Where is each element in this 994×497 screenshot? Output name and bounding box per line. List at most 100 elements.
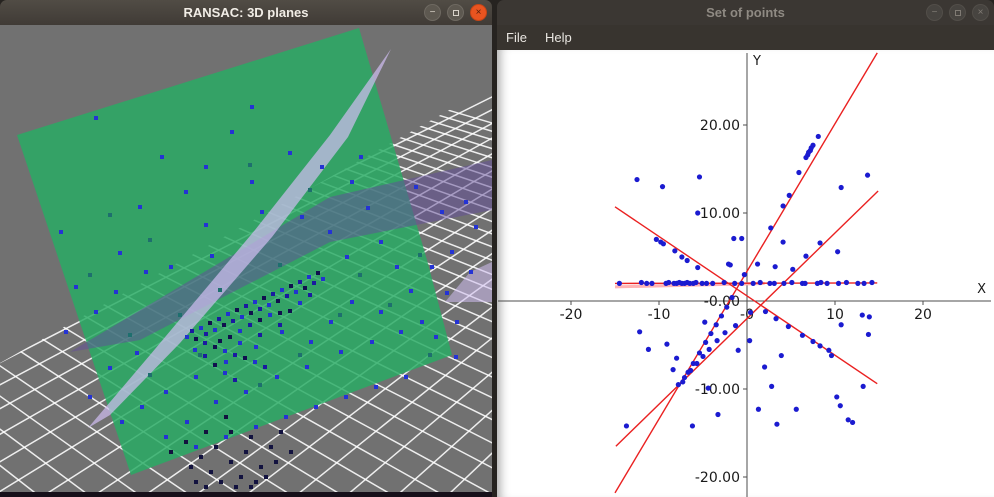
data-point: [279, 430, 283, 434]
data-point: [703, 340, 708, 345]
data-point: [108, 213, 112, 217]
data-point: [428, 353, 432, 357]
data-point: [198, 353, 202, 357]
data-point: [702, 320, 707, 325]
data-point: [118, 251, 122, 255]
data-point: [203, 354, 207, 358]
data-point: [763, 309, 768, 314]
data-point: [399, 330, 403, 334]
data-point: [250, 105, 254, 109]
data-point: [866, 332, 871, 337]
data-point: [617, 281, 622, 286]
data-point: [229, 430, 233, 434]
window-set-of-points: Set of points − × FileHelp -20-10-010202…: [497, 0, 994, 497]
data-point: [268, 313, 272, 317]
minimize-icon[interactable]: −: [926, 4, 943, 21]
data-point: [209, 470, 213, 474]
data-point: [374, 385, 378, 389]
data-point: [835, 249, 840, 254]
data-point: [644, 281, 649, 286]
data-point: [774, 422, 779, 427]
data-point: [185, 335, 189, 339]
data-point: [269, 445, 273, 449]
data-point: [204, 332, 208, 336]
data-point: [189, 465, 193, 469]
data-point: [210, 254, 214, 258]
data-point: [249, 311, 253, 315]
data-point: [316, 271, 320, 275]
data-point: [697, 174, 702, 179]
data-point: [178, 313, 182, 317]
data-point: [148, 238, 152, 242]
data-point: [395, 265, 399, 269]
data-point: [228, 335, 232, 339]
titlebar-right[interactable]: Set of points − ×: [497, 0, 994, 25]
data-point: [789, 280, 794, 285]
data-point: [786, 324, 791, 329]
data-point: [708, 331, 713, 336]
close-icon[interactable]: ×: [470, 4, 487, 21]
x-tick-label: -10: [648, 307, 671, 323]
data-point: [276, 299, 280, 303]
data-point: [120, 420, 124, 424]
data-point: [238, 329, 242, 333]
x-axis-label: X: [977, 282, 986, 297]
data-point: [94, 116, 98, 120]
data-point: [817, 240, 822, 245]
data-point: [839, 185, 844, 190]
data-point: [218, 288, 222, 292]
data-point: [747, 338, 752, 343]
data-point: [867, 314, 872, 319]
data-point: [259, 465, 263, 469]
data-point: [248, 163, 252, 167]
data-point: [148, 373, 152, 377]
maximize-icon[interactable]: [447, 4, 464, 21]
data-point: [309, 340, 313, 344]
data-point: [756, 407, 761, 412]
3d-viewport[interactable]: [0, 25, 492, 497]
maximize-icon[interactable]: [949, 4, 966, 21]
x-tick-label: -20: [560, 307, 583, 323]
scatter-points-group: [617, 134, 875, 429]
data-point: [258, 318, 262, 322]
close-icon[interactable]: ×: [972, 4, 989, 21]
menu-item-file[interactable]: File: [497, 25, 536, 50]
scatter-plot-area[interactable]: -20-10-0102020.0010.00-0.00-10.00-20.00X…: [497, 50, 994, 497]
data-point: [184, 440, 188, 444]
data-point: [685, 258, 690, 263]
x-tick-label: 20: [914, 307, 932, 323]
data-point: [834, 394, 839, 399]
data-point: [164, 390, 168, 394]
data-point: [328, 230, 332, 234]
data-point: [810, 339, 815, 344]
data-point: [818, 280, 823, 285]
data-point: [214, 445, 218, 449]
data-point: [308, 188, 312, 192]
scatter-plot-canvas: -20-10-0102020.0010.00-0.00-10.00-20.00X…: [497, 50, 994, 497]
data-point: [203, 341, 207, 345]
data-point: [219, 480, 223, 484]
data-point: [248, 323, 252, 327]
ransac-line: [615, 207, 877, 384]
titlebar-left[interactable]: RANSAC: 3D planes − ×: [0, 0, 492, 25]
minimize-icon[interactable]: −: [424, 4, 441, 21]
menu-item-help[interactable]: Help: [536, 25, 581, 50]
data-point: [244, 450, 248, 454]
data-point: [700, 354, 705, 359]
data-point: [464, 200, 468, 204]
data-point: [254, 345, 258, 349]
data-point: [388, 303, 392, 307]
data-point: [190, 329, 194, 333]
data-point: [450, 250, 454, 254]
data-point: [254, 480, 258, 484]
data-point: [762, 364, 767, 369]
y-tick-label: -10.00: [695, 382, 740, 398]
data-point: [253, 300, 257, 304]
data-point: [140, 405, 144, 409]
data-point: [223, 349, 227, 353]
data-point: [474, 225, 478, 229]
data-point: [714, 338, 719, 343]
data-point: [258, 307, 262, 311]
data-point: [213, 328, 217, 332]
data-point: [637, 329, 642, 334]
